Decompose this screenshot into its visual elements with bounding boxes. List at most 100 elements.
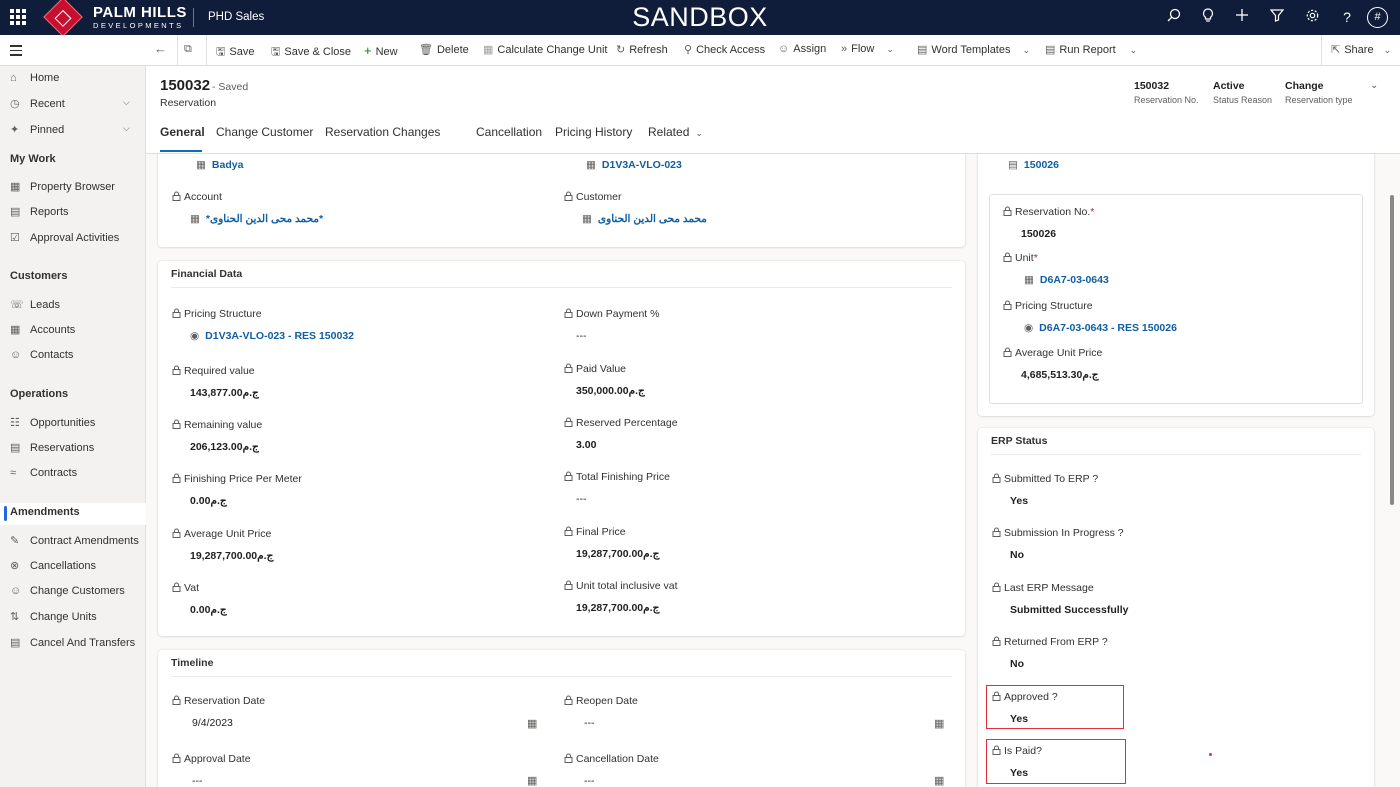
assign-person-icon: ☺ xyxy=(778,43,790,55)
chevron-down-icon[interactable]: ⌄ xyxy=(1370,80,1378,91)
new-button[interactable]: + New xyxy=(364,43,398,58)
tab-change-customer[interactable]: Change Customer xyxy=(216,125,313,139)
original-reservation-link[interactable]: 150026 xyxy=(1024,159,1059,171)
popout-icon[interactable]: ⧉ xyxy=(184,43,196,56)
sidebar-item-change-units[interactable]: ⇅ Change Units xyxy=(10,610,97,630)
last-erp-message-field: Last ERP Message Submitted Successfully xyxy=(992,582,1128,616)
sidebar-item-approval-activities[interactable]: ☑ Approval Activities xyxy=(10,231,119,251)
help-icon[interactable]: ? xyxy=(1338,8,1356,26)
tab-reservation-changes[interactable]: Reservation Changes xyxy=(325,125,440,139)
sidebar-item-opportunities[interactable]: ☷ Opportunities xyxy=(10,416,95,436)
calculate-change-unit-button[interactable]: ▦ Calculate Change Unit xyxy=(483,43,607,56)
command-bar: ← ⧉ 🖫 Save 🖫 Save & Close + New 🗑 Delete ▦ Ca… xyxy=(0,35,1400,66)
back-icon[interactable]: ← xyxy=(154,41,167,56)
check-icon: ☑ xyxy=(10,232,20,244)
sidebar-item-reports[interactable]: ▤ Reports xyxy=(10,205,69,225)
financial-data-card: Financial Data Pricing Structure ◉ D1V3A-… xyxy=(158,261,965,636)
sidebar-item-contracts[interactable]: ≈ Contracts xyxy=(10,467,77,487)
final-price-field: Final Price 19,287,700.00ج.م xyxy=(564,526,659,560)
word-icon: ▤ xyxy=(917,44,928,56)
sidebar-item-cancel-and-transfers[interactable]: ▤ Cancel And Transfers xyxy=(10,636,135,656)
tab-general[interactable]: General xyxy=(160,125,205,139)
save-close-button[interactable]: 🖫 Save & Close xyxy=(271,43,351,62)
account-field: Account ▦ *محمد محى الدين الحناوى* xyxy=(172,191,323,225)
check-access-button[interactable]: ⚲ Check Access xyxy=(684,43,765,56)
section-title: Financial Data xyxy=(171,268,243,280)
project-link[interactable]: Badya xyxy=(212,159,244,171)
chevron-down-icon: ⌄ xyxy=(695,128,703,138)
sidebar-item-recent[interactable]: ◷ Recent xyxy=(10,97,65,117)
pricing-structure-field: Pricing Structure ◉ D1V3A-VLO-023 - RES 1… xyxy=(172,308,354,342)
gear-icon[interactable] xyxy=(1303,8,1321,26)
chevron-down-icon: ⌄ xyxy=(1383,45,1392,55)
key-icon: ⚲ xyxy=(684,44,693,56)
qv-reservation-no-field: Reservation No.* 150026 xyxy=(1003,206,1094,240)
refresh-button[interactable]: ↻ Refresh xyxy=(616,43,668,56)
avatar[interactable]: # xyxy=(1367,7,1388,28)
sidebar-item-change-customers[interactable]: ☺ Change Customers xyxy=(10,585,125,605)
calendar-icon[interactable]: ▦ xyxy=(527,774,537,787)
lock-icon xyxy=(564,363,576,375)
pricing-icon: ◉ xyxy=(190,330,200,342)
report-icon: ▤ xyxy=(10,206,21,218)
divider xyxy=(177,35,178,66)
unit-icon: ▦ xyxy=(586,159,596,171)
sidebar-item-contacts[interactable]: ☺ Contacts xyxy=(10,349,73,369)
lock-icon xyxy=(564,580,576,592)
sidebar-item-property-browser[interactable]: ▦ Property Browser xyxy=(10,180,115,200)
sidebar-item-reservations[interactable]: ▤ Reservations xyxy=(10,441,94,461)
account-link[interactable]: *محمد محى الدين الحناوى* xyxy=(206,213,323,225)
qv-unit-field: Unit* ▦ D6A7-03-0643 xyxy=(1003,252,1109,286)
share-button[interactable]: ⇱ Share ⌄ xyxy=(1331,43,1391,56)
tab-cancellation[interactable]: Cancellation xyxy=(476,125,542,139)
customer-link[interactable]: محمد محى الدين الحناوى xyxy=(598,213,707,225)
tab-related[interactable]: Related ⌄ xyxy=(648,125,703,139)
divider xyxy=(206,35,207,66)
flow-button[interactable]: » Flow ⌄ xyxy=(841,43,894,55)
sidebar-item-pinned[interactable]: ✦ Pinned xyxy=(10,123,64,143)
run-report-button[interactable]: ▤ Run Report ⌄ xyxy=(1045,43,1137,56)
menu-icon[interactable] xyxy=(10,45,22,59)
sidebar-item-accounts[interactable]: ▦ Accounts xyxy=(10,323,75,343)
plus-icon[interactable] xyxy=(1233,8,1251,26)
calendar-icon[interactable]: ▦ xyxy=(934,717,944,730)
sidebar-item-leads[interactable]: ☏ Leads xyxy=(10,298,60,318)
scrollbar-thumb[interactable] xyxy=(1390,195,1394,505)
header-field-status-reason: Active Status Reason xyxy=(1213,80,1273,105)
qv-unit-link[interactable]: D6A7-03-0643 xyxy=(1040,274,1109,286)
sidebar-item-cancellations[interactable]: ⊗ Cancellations xyxy=(10,559,96,579)
sidebar-item-contract-amendments[interactable]: ✎ Contract Amendments xyxy=(10,534,139,554)
tab-pricing-history[interactable]: Pricing History xyxy=(555,125,632,139)
delete-button[interactable]: 🗑 Delete xyxy=(419,43,469,56)
assign-button[interactable]: ☺ Assign xyxy=(778,43,826,55)
person-icon: ☺ xyxy=(10,349,22,361)
top-bar: PALM HILLS DEVELOPMENTS PHD Sales SANDBO… xyxy=(0,0,1400,37)
lock-icon xyxy=(564,695,576,707)
annotation-dot xyxy=(1209,753,1212,756)
filter-icon[interactable] xyxy=(1268,8,1286,26)
sidebar-group-customers: Customers xyxy=(10,270,68,282)
lock-icon xyxy=(1003,252,1015,264)
contact-icon: ▦ xyxy=(582,213,592,225)
divider xyxy=(171,287,952,288)
environment-banner: SANDBOX xyxy=(632,2,768,32)
calendar-icon[interactable]: ▦ xyxy=(527,717,537,730)
chevron-down-icon[interactable]: ⌵ xyxy=(123,123,130,134)
total-finishing-price-field: Total Finishing Price --- xyxy=(564,471,670,505)
grid-icon: ▦ xyxy=(10,181,21,193)
chevron-down-icon[interactable]: ⌵ xyxy=(123,97,130,108)
search-icon[interactable] xyxy=(1165,8,1183,26)
lock-icon xyxy=(564,191,576,203)
calendar-icon[interactable]: ▦ xyxy=(934,774,944,787)
pricing-structure-link[interactable]: D1V3A-VLO-023 - RES 150032 xyxy=(205,330,354,342)
qv-pricing-structure-link[interactable]: D6A7-03-0643 - RES 150026 xyxy=(1039,322,1177,334)
word-templates-button[interactable]: ▤ Word Templates ⌄ xyxy=(917,43,1030,56)
lightbulb-icon[interactable] xyxy=(1199,8,1217,26)
save-button[interactable]: 🖫 Save xyxy=(216,43,254,62)
unit-link[interactable]: D1V3A-VLO-023 xyxy=(602,159,682,171)
customer-field: Customer ▦ محمد محى الدين الحناوى xyxy=(564,191,707,225)
header-field-reservation-no: 150032 Reservation No. xyxy=(1134,80,1199,105)
handshake-icon: ≈ xyxy=(10,467,17,479)
sidebar-item-home[interactable]: ⌂ Home xyxy=(10,72,59,92)
save-icon: 🖫 xyxy=(216,46,226,58)
